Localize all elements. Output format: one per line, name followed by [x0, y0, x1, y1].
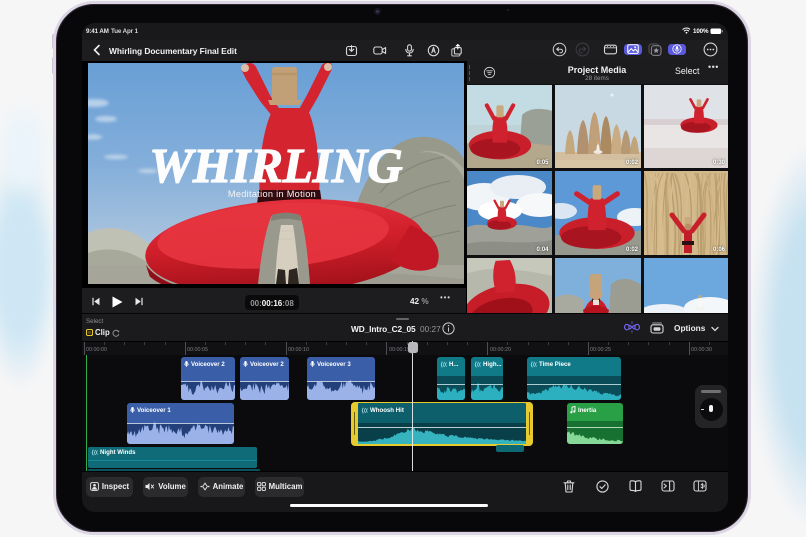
svg-text:WHIRLING: WHIRLING	[149, 138, 402, 193]
svg-text:Meditation in Motion: Meditation in Motion	[228, 189, 316, 199]
